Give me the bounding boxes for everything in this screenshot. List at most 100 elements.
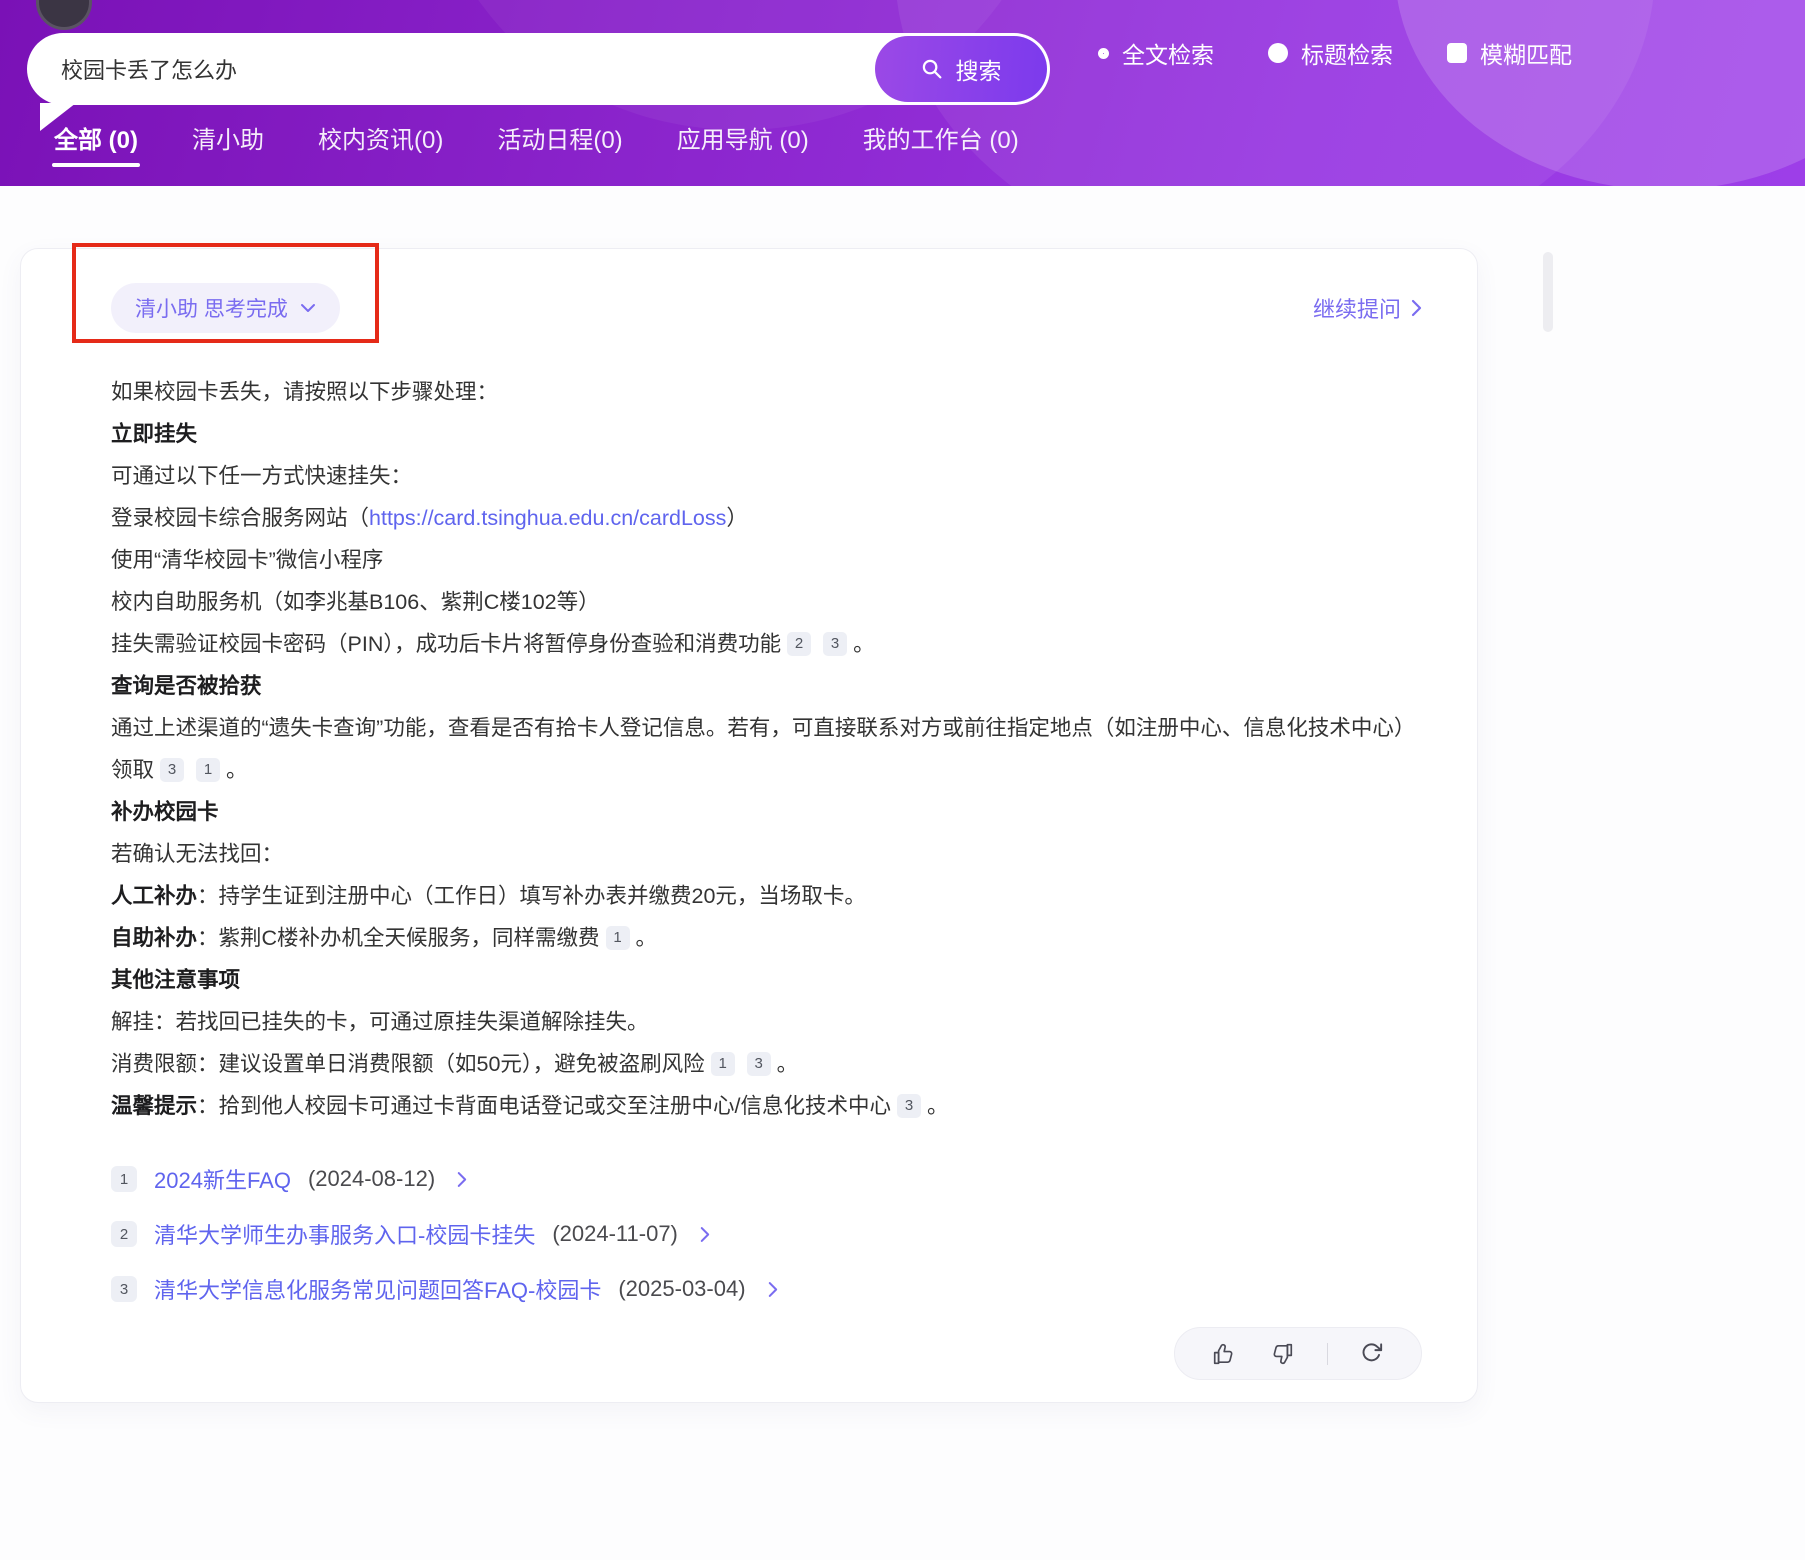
search-button-label: 搜索 xyxy=(956,52,1002,86)
thumbs-up-icon[interactable] xyxy=(1211,1341,1237,1367)
reference-row: 3 清华大学信息化服务常见问题回答FAQ-校园卡 (2025-03-04) xyxy=(111,1273,1422,1305)
citation-badge[interactable]: 1 xyxy=(196,758,220,782)
tab-all[interactable]: 全部 (0) xyxy=(50,120,142,175)
radio-icon xyxy=(1268,43,1288,63)
option-title-search[interactable]: 标题检索 xyxy=(1268,36,1393,70)
search-mode-options: 全文检索 标题检索 模糊匹配 xyxy=(1098,0,1572,106)
search-input[interactable] xyxy=(61,33,1001,105)
chevron-down-icon xyxy=(300,302,316,314)
search-button[interactable]: 搜索 xyxy=(875,36,1047,102)
answer-text: 通过上述渠道的“遗失卡查询”功能，查看是否有拾卡人登记信息。若有，可直接联系对方… xyxy=(111,716,1415,782)
tab-label: 校内资讯(0) xyxy=(318,127,443,154)
citation-badge[interactable]: 3 xyxy=(823,632,847,656)
scrollbar-thumb[interactable] xyxy=(1543,252,1553,332)
tab-events[interactable]: 活动日程(0) xyxy=(493,120,626,175)
answer-text: 使用“清华校园卡”微信小程序 xyxy=(111,548,383,572)
tab-label: 清小助 xyxy=(192,127,264,154)
answer-paragraph: 挂失需验证校园卡密码（PIN），成功后卡片将暂停身份查验和消费功能23。 xyxy=(111,623,1422,665)
answer-text: ） xyxy=(726,506,748,530)
tab-label: 全部 (0) xyxy=(54,127,138,154)
chevron-right-icon[interactable] xyxy=(699,1226,710,1243)
answer-text: ：紫荆C楼补办机全天候服务，同样需缴费 xyxy=(197,926,600,950)
answer-heading-text: 补办校园卡 xyxy=(111,800,219,824)
answer-text: 校内自助服务机（如李兆基B106、紫荆C楼102等） xyxy=(111,590,600,614)
chevron-right-icon[interactable] xyxy=(456,1171,467,1188)
citation-badge[interactable]: 3 xyxy=(160,758,184,782)
answer-paragraph: 消费限额：建议设置单日消费限额（如50元），避免被盗刷风险13。 xyxy=(111,1043,1422,1085)
answer-paragraph: 温馨提示：拾到他人校园卡可通过卡背面电话登记或交至注册中心/信息化技术中心3。 xyxy=(111,1085,1422,1127)
chevron-right-icon xyxy=(1410,299,1422,317)
card-loss-link[interactable]: https://card.tsinghua.edu.cn/cardLoss xyxy=(369,506,726,530)
feedback-row xyxy=(111,1327,1422,1380)
reference-row: 1 2024新生FAQ (2024-08-12) xyxy=(111,1163,1422,1195)
reference-number-badge: 1 xyxy=(111,1166,137,1192)
tab-my-workspace[interactable]: 我的工作台 (0) xyxy=(859,120,1023,175)
reference-date: (2024-08-12) xyxy=(308,1166,435,1192)
checkbox-icon xyxy=(1447,43,1467,63)
answer-card: 清小助 思考完成 继续提问 xyxy=(20,248,1478,1403)
card-header-row: 清小助 思考完成 继续提问 xyxy=(111,283,1422,333)
answer-text: 如果校园卡丢失，请按照以下步骤处理： xyxy=(111,380,498,404)
continue-ask-link[interactable]: 继续提问 xyxy=(1313,292,1422,324)
citation-badge[interactable]: 3 xyxy=(747,1052,771,1076)
thumbs-down-icon[interactable] xyxy=(1269,1341,1295,1367)
answer-paragraph: 校内自助服务机（如李兆基B106、紫荆C楼102等） xyxy=(111,581,1422,623)
citation-badge[interactable]: 2 xyxy=(787,632,811,656)
answer-text: 。 xyxy=(636,926,658,950)
tab-qingxiaozhu[interactable]: 清小助 xyxy=(188,120,268,175)
option-label: 全文检索 xyxy=(1122,36,1214,70)
citation-badge[interactable]: 1 xyxy=(711,1052,735,1076)
answer-text: 解挂：若找回已挂失的卡，可通过原挂失渠道解除挂失。 xyxy=(111,1010,649,1034)
answer-heading: 补办校园卡 xyxy=(111,791,1422,833)
answer-paragraph: 如果校园卡丢失，请按照以下步骤处理： xyxy=(111,371,1422,413)
citation-badge[interactable]: 3 xyxy=(897,1094,921,1118)
magnifier-icon xyxy=(921,58,944,81)
answer-heading-text: 查询是否被拾获 xyxy=(111,674,262,698)
answer-paragraph: 登录校园卡综合服务网站（https://card.tsinghua.edu.cn… xyxy=(111,497,1422,539)
answer-text: 登录校园卡综合服务网站（ xyxy=(111,506,369,530)
reference-row: 2 清华大学师生办事服务入口-校园卡挂失 (2024-11-07) xyxy=(111,1218,1422,1250)
answer-text: 挂失需验证校园卡密码（PIN），成功后卡片将暂停身份查验和消费功能 xyxy=(111,632,781,656)
answer-bold-text: 温馨提示 xyxy=(111,1094,197,1118)
answer-heading: 立即挂失 xyxy=(111,413,1422,455)
reference-list: 1 2024新生FAQ (2024-08-12) 2 清华大学师生办事服务入口-… xyxy=(111,1163,1422,1305)
tab-campus-news[interactable]: 校内资讯(0) xyxy=(314,120,447,175)
divider xyxy=(1327,1343,1328,1365)
chevron-right-icon[interactable] xyxy=(767,1281,778,1298)
answer-heading: 查询是否被拾获 xyxy=(111,665,1422,707)
answer-paragraph: 人工补办：持学生证到注册中心（工作日）填写补办表并缴费20元，当场取卡。 xyxy=(111,875,1422,917)
answer-text: 可通过以下任一方式快速挂失： xyxy=(111,464,412,488)
answer-paragraph: 使用“清华校园卡”微信小程序 xyxy=(111,539,1422,581)
answer-text: 若确认无法找回： xyxy=(111,842,283,866)
tab-label: 活动日程(0) xyxy=(497,127,622,154)
answer-paragraph: 自助补办：紫荆C楼补办机全天候服务，同样需缴费1。 xyxy=(111,917,1422,959)
option-label: 标题检索 xyxy=(1301,36,1393,70)
tab-app-nav[interactable]: 应用导航 (0) xyxy=(673,120,813,175)
answer-bold-text: 人工补办 xyxy=(111,884,197,908)
tab-bar: 全部 (0) 清小助 校内资讯(0) 活动日程(0) 应用导航 (0) 我的工作… xyxy=(50,120,1023,175)
reference-number-badge: 3 xyxy=(111,1276,137,1302)
app-logo[interactable] xyxy=(36,0,92,30)
refresh-icon[interactable] xyxy=(1360,1341,1385,1366)
tab-label: 我的工作台 (0) xyxy=(863,127,1019,154)
continue-ask-label: 继续提问 xyxy=(1313,292,1401,324)
answer-heading-text: 其他注意事项 xyxy=(111,968,240,992)
search-bar: 搜索 xyxy=(27,33,1050,105)
option-fuzzy-match[interactable]: 模糊匹配 xyxy=(1447,36,1572,70)
header: 搜索 全文检索 标题检索 模糊匹配 全部 (0) 清小助 校内资讯(0) 活动日… xyxy=(0,0,1805,186)
citation-badge[interactable]: 1 xyxy=(606,926,630,950)
option-fulltext[interactable]: 全文检索 xyxy=(1098,36,1214,70)
reference-number-badge: 2 xyxy=(111,1221,137,1247)
reference-link[interactable]: 清华大学信息化服务常见问题回答FAQ-校园卡 xyxy=(154,1273,601,1305)
answer-bold-text: 自助补办 xyxy=(111,926,197,950)
answer-heading: 其他注意事项 xyxy=(111,959,1422,1001)
assistant-status-label: 清小助 思考完成 xyxy=(135,293,288,323)
answer-text: ：持学生证到注册中心（工作日）填写补办表并缴费20元，当场取卡。 xyxy=(197,884,866,908)
answer-paragraph: 可通过以下任一方式快速挂失： xyxy=(111,455,1422,497)
answer-text: ：拾到他人校园卡可通过卡背面电话登记或交至注册中心/信息化技术中心 xyxy=(197,1094,891,1118)
answer-text: 。 xyxy=(853,632,875,656)
assistant-status-pill[interactable]: 清小助 思考完成 xyxy=(111,283,340,333)
reference-link[interactable]: 清华大学师生办事服务入口-校园卡挂失 xyxy=(154,1218,535,1250)
answer-text: 消费限额：建议设置单日消费限额（如50元），避免被盗刷风险 xyxy=(111,1052,705,1076)
reference-link[interactable]: 2024新生FAQ xyxy=(154,1163,291,1195)
